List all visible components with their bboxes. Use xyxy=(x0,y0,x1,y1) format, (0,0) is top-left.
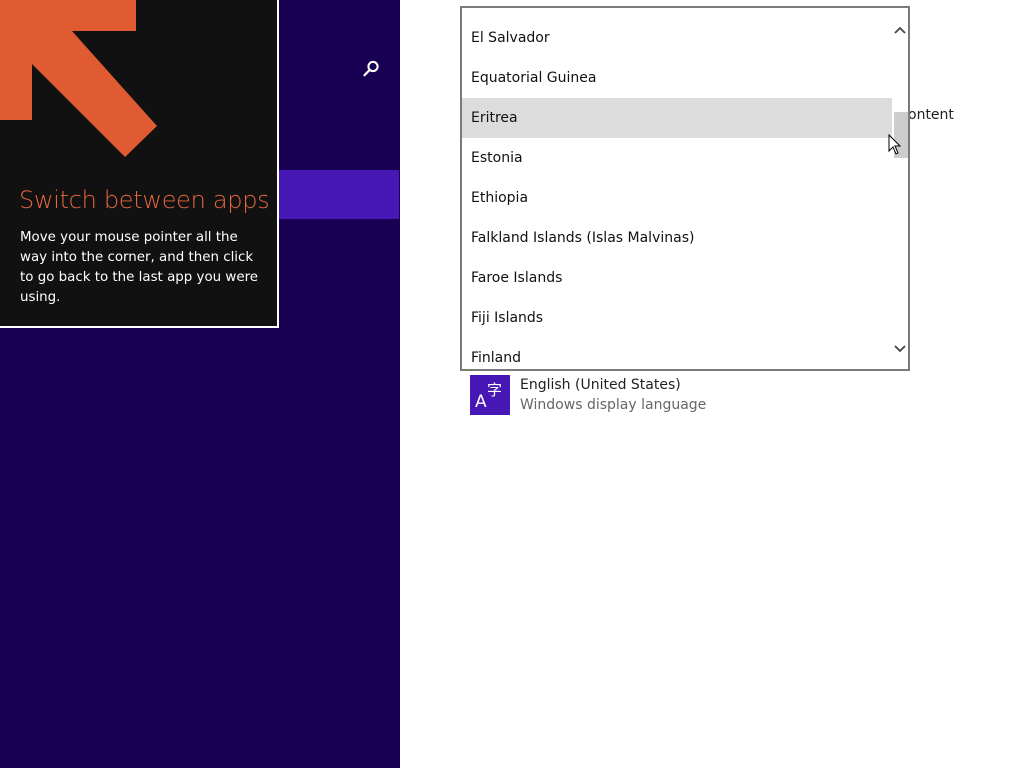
selected-nav-item[interactable] xyxy=(278,170,399,219)
tip-title: Switch between apps xyxy=(19,186,270,214)
mouse-cursor-icon xyxy=(888,134,902,155)
search-icon[interactable] xyxy=(360,58,382,80)
country-dropdown-list[interactable]: El Salvador Equatorial Guinea Eritrea Es… xyxy=(460,6,910,371)
list-item[interactable]: Faroe Islands xyxy=(462,258,892,298)
language-icon-glyph-b: 字 xyxy=(487,381,502,399)
arrow-up-left-icon xyxy=(0,0,157,157)
language-subtitle: Windows display language xyxy=(520,397,707,413)
tip-card: Switch between apps Move your mouse poin… xyxy=(0,0,279,328)
list-item[interactable]: Falkland Islands (Islas Malvinas) xyxy=(462,218,892,258)
country-list: El Salvador Equatorial Guinea Eritrea Es… xyxy=(462,18,892,369)
partial-label: ontent xyxy=(908,107,954,123)
language-name[interactable]: English (United States) xyxy=(520,377,681,393)
list-item[interactable]: Ethiopia xyxy=(462,178,892,218)
list-item[interactable]: Fiji Islands xyxy=(462,298,892,338)
list-item[interactable]: Finland xyxy=(462,338,892,369)
language-icon-glyph-a: A xyxy=(475,392,487,412)
list-item[interactable]: El Salvador xyxy=(462,18,892,58)
tip-body: Move your mouse pointer all the way into… xyxy=(20,230,259,305)
scrollbar[interactable] xyxy=(892,8,908,369)
language-icon[interactable]: A 字 xyxy=(470,375,510,415)
list-item[interactable]: Equatorial Guinea xyxy=(462,58,892,98)
list-item-highlighted[interactable]: Eritrea xyxy=(462,98,892,138)
list-item[interactable]: Estonia xyxy=(462,138,892,178)
chevron-up-icon[interactable] xyxy=(892,20,908,40)
chevron-down-icon[interactable] xyxy=(892,339,908,359)
